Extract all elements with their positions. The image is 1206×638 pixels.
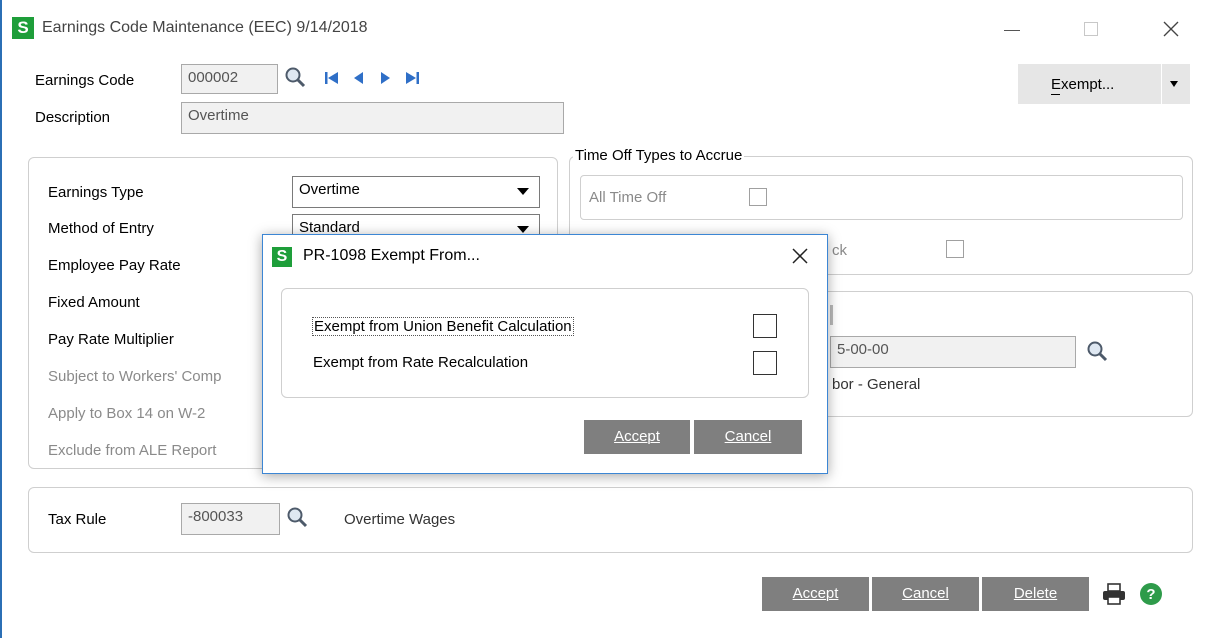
dropdown-arrow-icon bbox=[517, 188, 529, 195]
tax-rule-label: Tax Rule bbox=[48, 511, 107, 528]
delete-button[interactable]: Delete bbox=[982, 577, 1089, 611]
dialog-options-panel bbox=[281, 288, 809, 398]
dialog-accept-button[interactable]: Accept bbox=[584, 420, 690, 454]
earnings-type-dropdown[interactable]: Overtime bbox=[292, 176, 540, 208]
svg-text:?: ? bbox=[1146, 586, 1155, 603]
cancel-button-label: Cancel bbox=[902, 585, 949, 602]
window-title: Earnings Code Maintenance (EEC) 9/14/201… bbox=[42, 19, 368, 36]
sage-logo-icon: S bbox=[12, 17, 34, 39]
rate-recalculation-checkbox[interactable] bbox=[753, 351, 777, 375]
dialog-close-icon[interactable] bbox=[791, 247, 809, 265]
exempt-mnemonic-underline bbox=[1051, 94, 1060, 95]
method-of-entry-label: Method of Entry bbox=[48, 220, 154, 237]
description-field[interactable]: Overtime bbox=[181, 102, 564, 134]
union-benefit-checkbox[interactable] bbox=[753, 314, 777, 338]
exempt-button-label: Exempt... bbox=[1051, 76, 1115, 93]
time-off-group-label: Time Off Types to Accrue bbox=[573, 147, 745, 164]
sage-logo-icon: S bbox=[272, 247, 292, 267]
earnings-code-label: Earnings Code bbox=[35, 72, 135, 89]
pay-rate-multiplier-label: Pay Rate Multiplier bbox=[48, 331, 174, 348]
dropdown-arrow-icon bbox=[517, 226, 529, 233]
accept-button-label: Accept bbox=[792, 585, 839, 602]
print-icon[interactable] bbox=[1101, 582, 1127, 606]
dialog-cancel-button[interactable]: Cancel bbox=[694, 420, 802, 454]
description-label: Description bbox=[35, 109, 111, 126]
first-record-icon[interactable] bbox=[324, 70, 340, 86]
split-divider bbox=[1161, 64, 1162, 104]
gl-account-description: bor - General bbox=[832, 376, 921, 393]
last-record-icon[interactable] bbox=[404, 70, 420, 86]
tax-rule-description: Overtime Wages bbox=[344, 511, 456, 528]
exempt-button[interactable]: Exempt... bbox=[1018, 64, 1190, 104]
next-record-icon[interactable] bbox=[378, 70, 392, 86]
help-icon[interactable]: ? bbox=[1138, 581, 1164, 607]
previous-record-icon[interactable] bbox=[352, 70, 366, 86]
search-icon[interactable] bbox=[286, 506, 308, 530]
workers-comp-label: Subject to Workers' Comp bbox=[48, 368, 222, 385]
all-time-off-checkbox[interactable] bbox=[749, 188, 767, 206]
fixed-amount-label: Fixed Amount bbox=[48, 294, 140, 311]
gl-account-field[interactable]: 5-00-00 bbox=[830, 336, 1076, 368]
rate-recalculation-label: Exempt from Rate Recalculation bbox=[313, 354, 529, 371]
exempt-from-dialog: S PR-1098 Exempt From... Exempt from Uni… bbox=[262, 234, 828, 474]
box14-label: Apply to Box 14 on W-2 bbox=[48, 405, 206, 422]
all-time-off-label: All Time Off bbox=[589, 189, 667, 206]
union-benefit-label: Exempt from Union Benefit Calculation bbox=[312, 317, 574, 336]
time-off-partial-label: ck bbox=[832, 242, 847, 259]
search-icon[interactable] bbox=[284, 66, 306, 90]
earnings-type-label: Earnings Type bbox=[48, 184, 144, 201]
dialog-cancel-label: Cancel bbox=[724, 428, 772, 445]
ale-report-label: Exclude from ALE Report bbox=[48, 442, 217, 459]
dialog-title: PR-1098 Exempt From... bbox=[303, 247, 480, 264]
close-icon[interactable] bbox=[1162, 20, 1180, 38]
delete-button-label: Delete bbox=[1013, 585, 1058, 602]
all-time-off-box bbox=[580, 175, 1183, 220]
accept-button[interactable]: Accept bbox=[762, 577, 869, 611]
employee-pay-rate-label: Employee Pay Rate bbox=[48, 257, 181, 274]
panel-divider bbox=[830, 305, 833, 325]
tax-rule-field[interactable]: -800033 bbox=[181, 503, 280, 535]
cancel-button[interactable]: Cancel bbox=[872, 577, 979, 611]
dialog-accept-label: Accept bbox=[614, 428, 660, 445]
time-off-checkbox[interactable] bbox=[946, 240, 964, 258]
search-icon[interactable] bbox=[1086, 340, 1108, 364]
maximize-icon[interactable] bbox=[1084, 22, 1098, 36]
earnings-type-value: Overtime bbox=[299, 181, 360, 198]
earnings-code-field[interactable]: 000002 bbox=[181, 64, 278, 94]
minimize-icon[interactable] bbox=[1004, 30, 1020, 31]
chevron-down-icon[interactable] bbox=[1170, 81, 1178, 87]
